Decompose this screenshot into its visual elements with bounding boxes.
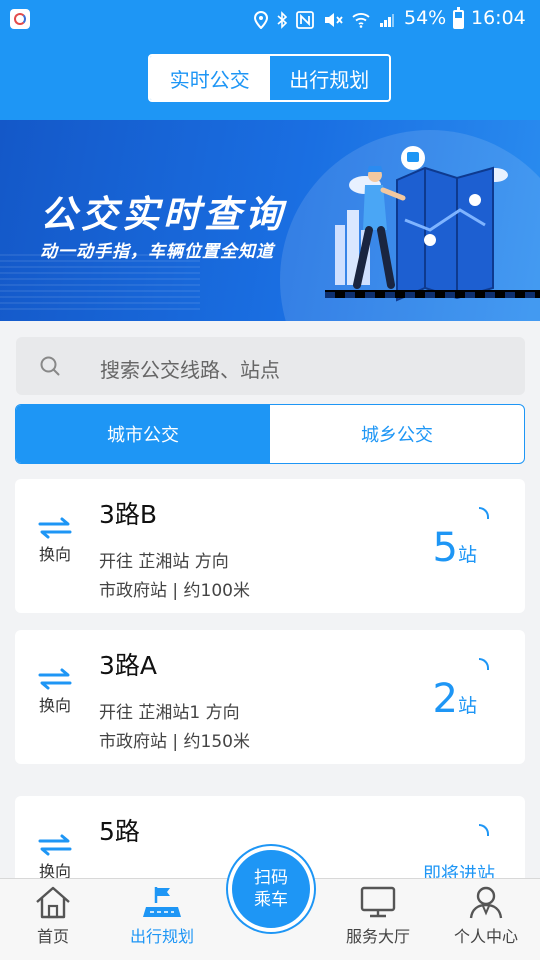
- switch-direction-label: 换向: [38, 545, 71, 564]
- wifi-icon: [352, 13, 370, 28]
- loading-indicator-icon: [479, 824, 489, 836]
- tab-trip-planning[interactable]: 出行规划: [269, 56, 389, 100]
- battery-icon: [453, 7, 464, 29]
- search-input[interactable]: 搜索公交线路、站点: [16, 337, 525, 395]
- tab-rural-bus[interactable]: 城乡公交: [270, 405, 524, 463]
- clock: 16:04: [471, 7, 526, 29]
- map-person-illustration: [325, 146, 540, 302]
- search-icon: [40, 356, 60, 376]
- loading-indicator-icon: [479, 507, 489, 519]
- loading-indicator-icon: [479, 658, 489, 670]
- stops-away: 5站: [432, 525, 477, 571]
- mute-icon: [325, 13, 343, 27]
- route-card[interactable]: 换向 3路B 开往 芷湘站 方向 市政府站 | 约100米 5站: [15, 479, 525, 613]
- nav-profile[interactable]: 个人中心: [436, 885, 536, 947]
- status-bar: 54% 16:04: [0, 0, 540, 38]
- route-name: 5路: [99, 817, 140, 846]
- nav-home[interactable]: 首页: [3, 885, 103, 947]
- tab-city-bus[interactable]: 城市公交: [16, 405, 270, 463]
- route-card[interactable]: 换向 3路A 开往 芷湘站1 方向 市政府站 | 约150米 2站: [15, 630, 525, 764]
- switch-direction-button[interactable]: 换向: [37, 834, 73, 882]
- home-icon: [36, 886, 70, 919]
- switch-direction-button[interactable]: 换向: [37, 517, 73, 565]
- nearest-stop-info: 市政府站 | 约150米: [99, 732, 250, 752]
- switch-direction-button[interactable]: 换向: [37, 668, 73, 716]
- app-header: 54% 16:04 实时公交 出行规划: [0, 0, 540, 120]
- nav-trip-planning[interactable]: 出行规划: [112, 885, 212, 947]
- status-icons: [254, 10, 395, 30]
- signal-icon: [380, 14, 394, 27]
- user-icon: [469, 886, 503, 919]
- route-name: 3路B: [99, 500, 158, 529]
- search-placeholder: 搜索公交线路、站点: [100, 358, 280, 382]
- stops-away: 2站: [432, 676, 477, 722]
- monitor-icon: [360, 886, 396, 918]
- bus-type-tabs: 城市公交 城乡公交: [15, 404, 525, 464]
- banner-subtitle: 动一动手指，车辆位置全知道: [40, 242, 274, 262]
- switch-direction-label: 换向: [38, 696, 71, 715]
- battery-percent: 54%: [404, 7, 447, 29]
- swap-direction-icon: [38, 517, 72, 539]
- banner-title: 公交实时查询: [40, 193, 286, 236]
- swap-direction-icon: [38, 668, 72, 690]
- nav-service-hall[interactable]: 服务大厅: [328, 885, 428, 947]
- mode-switch: 实时公交 出行规划: [148, 54, 391, 102]
- swap-direction-icon: [38, 834, 72, 856]
- nfc-icon: [296, 11, 314, 29]
- promo-banner[interactable]: 公交实时查询 动一动手指，车辆位置全知道: [0, 120, 540, 321]
- route-name: 3路A: [99, 651, 158, 680]
- app-notification-icon: [10, 9, 30, 29]
- bluetooth-icon: [277, 11, 287, 29]
- scan-to-ride-button[interactable]: 扫码 乘车: [228, 846, 314, 932]
- tab-realtime-bus[interactable]: 实时公交: [150, 56, 270, 100]
- flag-map-icon: [143, 887, 181, 917]
- nearest-stop-info: 市政府站 | 约100米: [99, 581, 250, 601]
- location-icon: [254, 11, 268, 29]
- route-heading: 开往 芷湘站1 方向: [99, 703, 240, 723]
- route-heading: 开往 芷湘站 方向: [99, 552, 229, 572]
